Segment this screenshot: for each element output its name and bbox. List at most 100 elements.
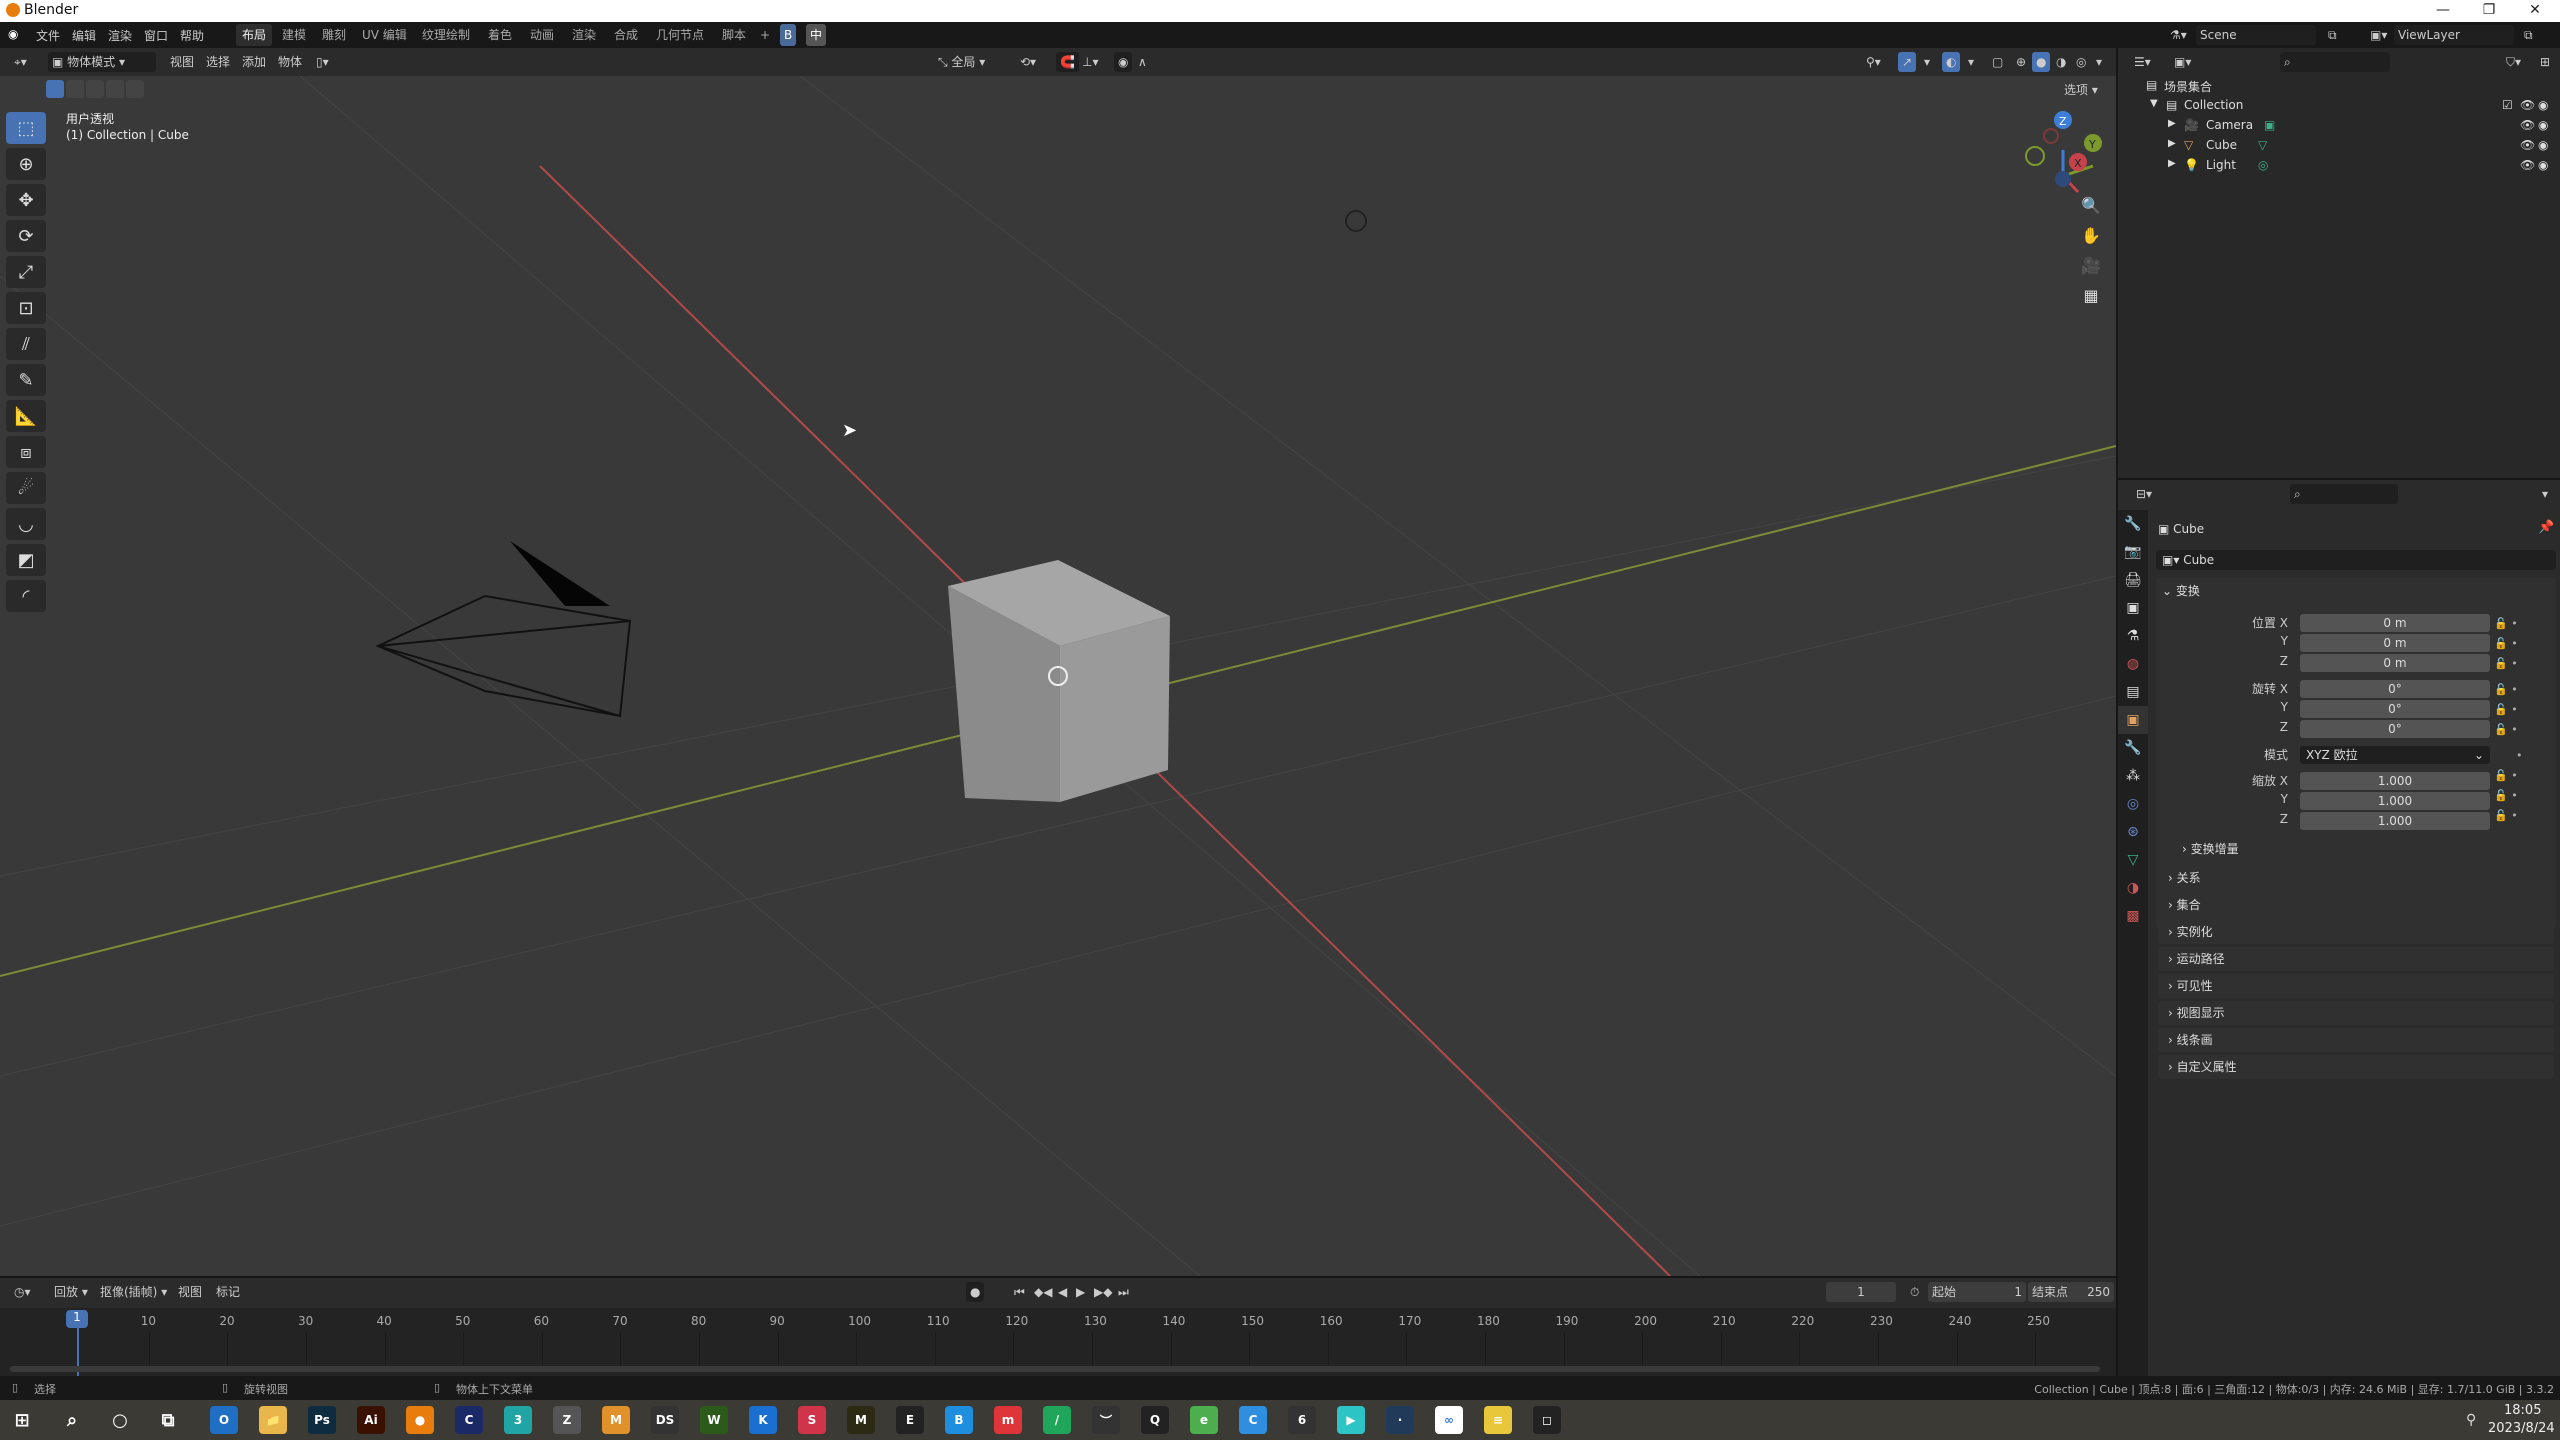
annotate-tool-icon[interactable]: ⫽	[6, 328, 46, 360]
output-tab-icon[interactable]: 🖨	[2118, 566, 2148, 594]
rotation-x-field[interactable]: 0°	[2300, 680, 2490, 698]
lock-icon[interactable]: 🔓 •	[2494, 614, 2523, 634]
new-scene-icon[interactable]: ⧉	[2324, 25, 2341, 45]
pivot-dropdown[interactable]: ⟲▾	[1016, 52, 1040, 72]
viewlayer-tab-icon[interactable]: ▣	[2118, 594, 2148, 622]
add-workspace-button[interactable]: +	[754, 24, 776, 46]
camera-app-icon[interactable]: ◻	[1533, 1406, 1561, 1434]
properties-search-input[interactable]: ⌕	[2290, 484, 2398, 504]
current-frame-field[interactable]: 1	[1826, 1282, 1896, 1302]
scene-icon[interactable]: ⚗▾	[2166, 25, 2191, 45]
select-subtract-icon[interactable]	[86, 80, 104, 98]
filter-icon[interactable]: ⛉▾	[2502, 52, 2525, 72]
search-icon[interactable]: ⌕	[58, 1406, 86, 1434]
shear-tool-icon[interactable]: ☄	[6, 472, 46, 504]
collection-row[interactable]: ▼ ▤ Collection ☑ 👁 ◉	[2118, 98, 2558, 118]
play-reverse-icon[interactable]: ◀	[1054, 1282, 1071, 1302]
blender-app-icon[interactable]: ●	[406, 1406, 434, 1434]
visibility-eye-icon[interactable]: 👁	[2520, 158, 2535, 172]
menu-select[interactable]: 选择	[202, 52, 234, 72]
scale-tool-icon[interactable]: ⤢	[6, 256, 46, 288]
pan-view-icon[interactable]: ✋	[2074, 220, 2108, 250]
pin-icon[interactable]: 📌	[2538, 520, 2554, 535]
network-icon[interactable]: ⚲	[2466, 1412, 2476, 1428]
menu-add[interactable]: 添加	[238, 52, 270, 72]
camera-view-icon[interactable]: 🎥	[2074, 250, 2108, 280]
playhead[interactable]: 1	[66, 1310, 88, 1328]
cinema4d-app-icon[interactable]: C	[455, 1406, 483, 1434]
select-invert-icon[interactable]	[106, 80, 124, 98]
transform-section-header[interactable]: ⌄ 变换	[2162, 582, 2200, 599]
object-tab-icon[interactable]: ▣	[2118, 706, 2148, 734]
scene-collection-row[interactable]: ▤ 场景集合	[2118, 78, 2558, 98]
visibility-eye-icon[interactable]: 👁	[2520, 98, 2535, 112]
lock-icon[interactable]: 🔓 •	[2494, 766, 2523, 786]
viewlayer-filter-icon[interactable]: ▣▾	[2170, 52, 2195, 72]
next-keyframe-icon[interactable]: ▶◆	[1090, 1282, 1116, 1302]
outliner-item-cube[interactable]: ▶ ▽ Cube ▽ 👁 ◉	[2118, 138, 2558, 158]
object-name-field[interactable]: ▣▾ Cube	[2156, 550, 2556, 570]
move-tool-icon[interactable]: ✥	[6, 184, 46, 216]
location-y-field[interactable]: 0 m	[2300, 634, 2490, 652]
panel-collections[interactable]: › 集合	[2158, 893, 2554, 917]
material-tab-icon[interactable]: ◑	[2118, 874, 2148, 902]
rotation-y-field[interactable]: 0°	[2300, 700, 2490, 718]
data-tab-icon[interactable]: ▽	[2118, 846, 2148, 874]
lock-icon[interactable]: 🔓 •	[2494, 720, 2523, 740]
preview-range-icon[interactable]: ⏱	[1906, 1282, 1923, 1302]
ime-b-icon[interactable]: B	[780, 24, 797, 46]
shading-rendered[interactable]: ◎	[2072, 52, 2090, 72]
texture-tab-icon[interactable]: ▩	[2118, 902, 2148, 930]
speedtree-app-icon[interactable]: /	[1043, 1406, 1071, 1434]
render-tab-icon[interactable]: 📷	[2118, 538, 2148, 566]
navigation-gizmo[interactable]: Z Y X	[2025, 111, 2102, 194]
tab-rendering[interactable]: 渲染	[566, 24, 602, 46]
collection-tab-icon[interactable]: ▤	[2118, 678, 2148, 706]
explorer-app-icon[interactable]: 📁	[259, 1406, 287, 1434]
object-datablock-icon[interactable]: ▣▾	[2162, 553, 2183, 567]
menu-file[interactable]: 文件	[36, 27, 60, 44]
outlook-app-icon[interactable]: O	[210, 1406, 238, 1434]
tab-sculpting[interactable]: 雕刻	[316, 24, 352, 46]
outliner-item-light[interactable]: ▶ 💡 Light ◎ 👁 ◉	[2118, 158, 2558, 178]
panel-viewport-display[interactable]: › 视图显示	[2158, 1001, 2554, 1025]
marmoset-app-icon[interactable]: M	[602, 1406, 630, 1434]
shading-dropdown[interactable]: ▾	[2092, 52, 2106, 72]
menu-help[interactable]: 帮助	[180, 27, 204, 44]
particles-tab-icon[interactable]: ⁂	[2118, 762, 2148, 790]
panel-line-art[interactable]: › 线条画	[2158, 1028, 2554, 1052]
visibility-dropdown[interactable]: ⚲▾	[1862, 52, 1885, 72]
new-collection-icon[interactable]: ⊞	[2536, 52, 2554, 72]
draw-tool-icon[interactable]: ✎	[6, 364, 46, 396]
task-view-icon[interactable]: ⧉	[154, 1406, 182, 1434]
camera-object[interactable]	[375, 541, 632, 718]
tab-layout[interactable]: 布局	[236, 24, 273, 46]
location-z-field[interactable]: 0 m	[2300, 654, 2490, 672]
outliner-search-input[interactable]: ⌕	[2280, 52, 2390, 72]
render-camera-icon[interactable]: ◉	[2538, 138, 2548, 152]
browser-360-app-icon[interactable]: e	[1190, 1406, 1218, 1434]
tab-modeling[interactable]: 建模	[276, 24, 312, 46]
light-object[interactable]	[1345, 210, 1367, 232]
scene-tab-icon[interactable]: ⚗	[2118, 622, 2148, 650]
menu-view[interactable]: 视图	[166, 52, 198, 72]
visibility-eye-icon[interactable]: 👁	[2520, 138, 2535, 152]
scale-x-field[interactable]: 1.000	[2300, 772, 2490, 790]
tab-texture-paint[interactable]: 纹理绘制	[416, 24, 476, 46]
tab-scripting[interactable]: 脚本	[716, 24, 752, 46]
location-x-field[interactable]: 0 m	[2300, 614, 2490, 632]
bilibili-app-icon[interactable]: B	[945, 1406, 973, 1434]
timeline-scrollbar[interactable]	[10, 1366, 2100, 1372]
constraints-tab-icon[interactable]: ⊛	[2118, 818, 2148, 846]
close-button[interactable]: ✕	[2512, 0, 2558, 22]
menu-object[interactable]: 物体	[274, 52, 306, 72]
lock-icon[interactable]: 🔓 •	[2494, 806, 2523, 826]
keyframe-dot-icon[interactable]: •	[2494, 746, 2523, 766]
shading-wireframe[interactable]: ⊕	[2012, 52, 2030, 72]
select-new-icon[interactable]	[46, 80, 64, 98]
baidu-netdisk-app-icon[interactable]: ∞	[1435, 1406, 1463, 1434]
jump-end-icon[interactable]: ⏭	[1114, 1282, 1133, 1302]
viewlayer-name-field[interactable]: ViewLayer	[2394, 25, 2514, 45]
gizmo-toggle[interactable]: ↗	[1898, 52, 1917, 72]
daz-app-icon[interactable]: DS	[651, 1406, 679, 1434]
